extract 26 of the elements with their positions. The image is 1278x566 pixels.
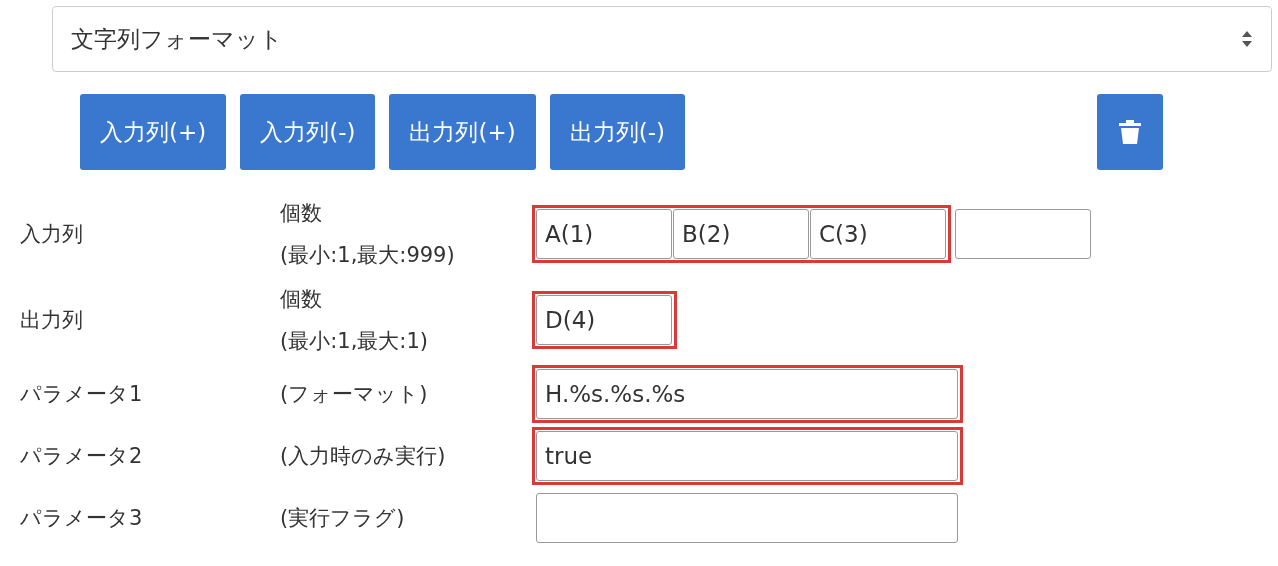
row-description: 個数 (最小:1,最大:1) [280, 286, 429, 355]
row-label: パラメータ1 [20, 381, 144, 408]
text-field[interactable]: true [536, 431, 958, 481]
trash-icon [1119, 119, 1141, 145]
row-description: (入力時のみ実行) [280, 443, 447, 470]
text-field[interactable]: B(2) [673, 209, 809, 259]
format-select[interactable]: 文字列フォーマット [52, 6, 1272, 72]
column-button[interactable]: 出力列(-) [549, 94, 685, 170]
row-label: パラメータ3 [20, 505, 144, 532]
row-label: パラメータ2 [20, 443, 144, 470]
text-field[interactable] [536, 493, 958, 543]
row-description: 個数 (最小:1,最大:999) [280, 200, 456, 269]
text-field[interactable]: H.%s.%s.%s [536, 369, 958, 419]
column-button[interactable]: 入力列(+) [80, 94, 227, 170]
row-description: (フォーマット) [280, 381, 429, 408]
row-label: 入力列 [20, 221, 84, 248]
text-field[interactable] [955, 209, 1091, 259]
row-description: (実行フラグ) [280, 505, 406, 532]
delete-button[interactable] [1097, 94, 1163, 170]
text-field[interactable]: D(4) [536, 295, 672, 345]
row-label: 出力列 [20, 307, 84, 334]
column-button[interactable]: 出力列(+) [389, 94, 536, 170]
column-button[interactable]: 入力列(-) [240, 94, 376, 170]
updown-caret-icon [1241, 29, 1253, 49]
text-field[interactable]: A(1) [536, 209, 672, 259]
text-field[interactable]: C(3) [810, 209, 946, 259]
